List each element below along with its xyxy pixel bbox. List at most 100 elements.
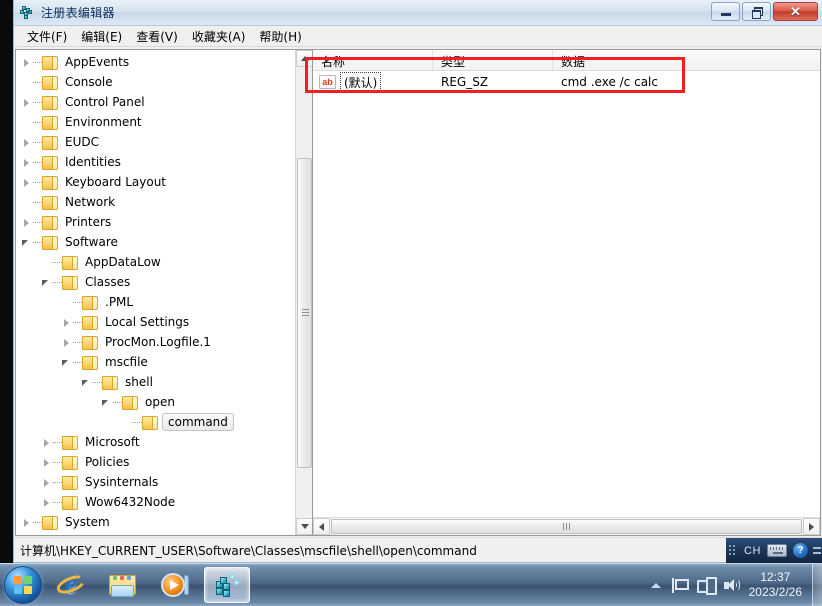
folder-icon	[82, 295, 98, 310]
tree-item-console[interactable]: Console	[16, 72, 295, 92]
volume-icon[interactable]	[723, 577, 740, 594]
scroll-up-button[interactable]	[296, 50, 312, 67]
tree-item-network[interactable]: Network	[16, 192, 295, 212]
collapse-arrow-icon[interactable]	[41, 277, 52, 288]
tree-item-pml[interactable]: .PML	[16, 292, 295, 312]
menu-help[interactable]: 帮助(H)	[252, 26, 308, 47]
tree-connector-line	[33, 221, 42, 223]
collapse-arrow-icon[interactable]	[21, 237, 32, 248]
column-name[interactable]: 名称	[313, 50, 433, 70]
menu-edit[interactable]: 编辑(E)	[74, 26, 129, 47]
scroll-left-button[interactable]	[313, 518, 330, 535]
tree-vertical-scrollbar[interactable]	[295, 50, 312, 535]
menu-view[interactable]: 查看(V)	[129, 26, 185, 47]
tree-item-volatile-environment[interactable]: Volatile Environment	[16, 532, 295, 535]
title-bar[interactable]: 注册表编辑器 ✕	[14, 0, 822, 26]
tree-item-label: Local Settings	[105, 315, 190, 329]
tree-connector-line	[33, 241, 42, 243]
tree-item-label: AppDataLow	[85, 255, 161, 269]
expand-arrow-icon[interactable]	[21, 157, 32, 168]
show-desktop-button[interactable]	[812, 563, 822, 606]
value-row[interactable]: ab (默认) REG_SZ cmd .exe /c calc	[313, 71, 820, 93]
taskbar-windows-explorer[interactable]	[100, 567, 146, 603]
expand-arrow-icon[interactable]	[21, 137, 32, 148]
keyboard-icon[interactable]	[766, 544, 787, 557]
chevron-right-icon	[809, 522, 814, 531]
tree-item-shell[interactable]: shell	[16, 372, 295, 392]
show-hidden-icons-icon[interactable]	[650, 582, 661, 588]
expand-arrow-icon[interactable]	[41, 477, 52, 488]
tree-item-policies[interactable]: Policies	[16, 452, 295, 472]
tree-item-procmon-logfile-1[interactable]: ProcMon.Logfile.1	[16, 332, 295, 352]
language-indicator[interactable]: CH	[744, 545, 761, 557]
tree-item-software[interactable]: Software	[16, 232, 295, 252]
clock[interactable]: 12:37 2023/2/26	[749, 570, 802, 600]
scroll-right-button[interactable]	[803, 518, 820, 535]
expand-arrow-icon[interactable]	[21, 177, 32, 188]
tree-item-wow6432node[interactable]: Wow6432Node	[16, 492, 295, 512]
collapse-arrow-icon[interactable]	[81, 377, 92, 388]
tree-item-appdatalow[interactable]: AppDataLow	[16, 252, 295, 272]
expand-arrow-icon[interactable]	[61, 337, 72, 348]
tree-item-classes[interactable]: Classes	[16, 272, 295, 292]
help-icon[interactable]: ?	[792, 543, 808, 558]
tree-connector-line	[73, 301, 82, 303]
expand-arrow-icon[interactable]	[21, 57, 32, 68]
tree-item-command[interactable]: command	[16, 412, 295, 432]
expand-arrow-icon[interactable]	[21, 217, 32, 228]
windows-logo-icon	[14, 576, 33, 595]
expand-arrow-icon[interactable]	[41, 497, 52, 508]
tree-item-local-settings[interactable]: Local Settings	[16, 312, 295, 332]
values-horizontal-scrollbar[interactable]	[313, 517, 820, 535]
tree-connector	[21, 77, 32, 88]
scroll-down-button[interactable]	[296, 518, 312, 535]
close-button[interactable]: ✕	[773, 2, 818, 21]
tree-item-label: Policies	[85, 455, 130, 469]
collapse-arrow-icon[interactable]	[61, 357, 72, 368]
tree-item-keyboard-layout[interactable]: Keyboard Layout	[16, 172, 295, 192]
taskbar: e 12:37 2023/2/26	[0, 563, 822, 606]
value-data: cmd .exe /c calc	[561, 75, 658, 89]
langbar-minimize-icon[interactable]	[812, 547, 821, 554]
expand-arrow-icon[interactable]	[41, 437, 52, 448]
minimize-button[interactable]	[711, 2, 740, 21]
column-type[interactable]: 类型	[433, 50, 553, 70]
tree-item-label: Console	[65, 75, 113, 89]
value-name-cell[interactable]: ab (默认)	[313, 71, 433, 93]
tree-item-environment[interactable]: Environment	[16, 112, 295, 132]
tree-item-control-panel[interactable]: Control Panel	[16, 92, 295, 112]
tree-item-eudc[interactable]: EUDC	[16, 132, 295, 152]
expand-arrow-icon[interactable]	[41, 457, 52, 468]
tree-item-microsoft[interactable]: Microsoft	[16, 432, 295, 452]
restore-button[interactable]	[742, 2, 771, 21]
folder-icon	[142, 415, 158, 430]
expand-arrow-icon[interactable]	[61, 317, 72, 328]
start-button[interactable]	[4, 566, 42, 604]
tree-item-label: Classes	[85, 275, 131, 289]
action-center-icon[interactable]	[671, 577, 689, 594]
column-data[interactable]: 数据	[553, 50, 820, 70]
menu-favorites[interactable]: 收藏夹(A)	[185, 26, 253, 47]
tree-connector-line	[53, 481, 62, 483]
collapse-arrow-icon[interactable]	[101, 397, 112, 408]
expand-arrow-icon[interactable]	[21, 97, 32, 108]
tree-item-sysinternals[interactable]: Sysinternals	[16, 472, 295, 492]
tree-item-open[interactable]: open	[16, 392, 295, 412]
tree-item-appevents[interactable]: AppEvents	[16, 52, 295, 72]
taskbar-registry-editor[interactable]	[204, 567, 250, 603]
ime-language-bar[interactable]: CH ?	[726, 538, 822, 563]
taskbar-media-player[interactable]	[152, 567, 198, 603]
tree-item-mscfile[interactable]: mscfile	[16, 352, 295, 372]
folder-icon	[102, 375, 118, 390]
scrollbar-thumb[interactable]	[297, 158, 312, 468]
expand-arrow-icon[interactable]	[21, 517, 32, 528]
taskbar-internet-explorer[interactable]: e	[48, 567, 94, 603]
drag-handle-icon[interactable]	[729, 543, 739, 559]
network-icon[interactable]	[696, 576, 717, 595]
close-icon: ✕	[790, 4, 801, 19]
menu-file[interactable]: 文件(F)	[20, 26, 74, 47]
hscrollbar-thumb[interactable]	[331, 519, 802, 534]
tree-item-system[interactable]: System	[16, 512, 295, 532]
tree-item-identities[interactable]: Identities	[16, 152, 295, 172]
tree-item-printers[interactable]: Printers	[16, 212, 295, 232]
